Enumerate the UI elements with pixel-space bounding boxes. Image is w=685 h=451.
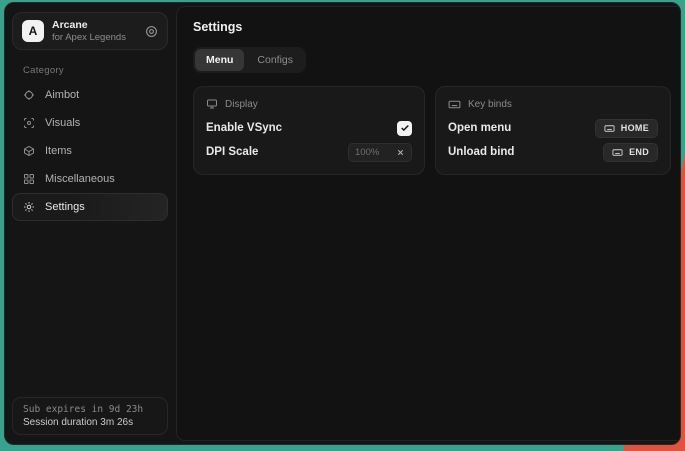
app-subtitle: for Apex Legends — [52, 32, 126, 44]
unload-bind-row: Unload bind END — [448, 140, 658, 164]
display-card-title: Display — [225, 99, 258, 110]
sidebar-item-items[interactable]: Items — [12, 137, 168, 165]
open-menu-label: Open menu — [448, 122, 511, 134]
sidebar-item-miscellaneous[interactable]: Miscellaneous — [12, 165, 168, 193]
unload-bind-label: Unload bind — [448, 146, 514, 158]
sidebar-item-label: Visuals — [45, 117, 80, 129]
sidebar-item-label: Settings — [45, 201, 85, 213]
open-menu-row: Open menu HOME — [448, 116, 658, 140]
sidebar-item-label: Miscellaneous — [45, 173, 115, 185]
enable-vsync-label: Enable VSync — [206, 122, 282, 134]
sidebar-item-aimbot[interactable]: Aimbot — [12, 81, 168, 109]
keyboard-icon — [612, 147, 623, 158]
unload-bind-key: END — [629, 147, 649, 157]
crosshair-icon — [23, 89, 35, 101]
sidebar-nav: Aimbot Visuals I — [12, 81, 168, 221]
gear-icon — [23, 201, 35, 213]
sidebar-item-label: Aimbot — [45, 89, 79, 101]
subscription-status-card: Sub expires in 9d 23h Session duration 3… — [12, 397, 168, 435]
display-card: Display Enable VSync DPI Scale — [193, 86, 425, 175]
dpi-scale-label: DPI Scale — [206, 146, 258, 158]
grid-icon — [23, 173, 35, 185]
page-title: Settings — [193, 20, 671, 34]
dpi-scale-value: 100% — [355, 147, 379, 158]
tab-configs[interactable]: Configs — [246, 49, 304, 71]
sidebar: A Arcane for Apex Legends Category — [5, 3, 175, 444]
dpi-scale-row: DPI Scale 100% — [206, 140, 412, 164]
sidebar-item-settings[interactable]: Settings — [12, 193, 168, 221]
package-icon — [23, 145, 35, 157]
unload-bind-keybind-button[interactable]: END — [603, 143, 658, 162]
keybinds-card: Key binds Open menu HOME — [435, 86, 671, 175]
app-title-block: Arcane for Apex Legends — [52, 19, 126, 44]
scan-eye-icon — [23, 117, 35, 129]
sidebar-item-visuals[interactable]: Visuals — [12, 109, 168, 137]
sub-expires-text: Sub expires in 9d 23h — [23, 404, 157, 415]
desktop-background: A Arcane for Apex Legends Category — [0, 0, 685, 451]
app-name: Arcane — [52, 19, 126, 32]
monitor-icon — [206, 98, 218, 110]
session-duration-text: Session duration 3m 26s — [23, 417, 157, 428]
open-menu-keybind-button[interactable]: HOME — [595, 119, 658, 138]
sidebar-item-label: Items — [45, 145, 72, 157]
keybinds-card-title: Key binds — [468, 99, 512, 110]
enable-vsync-row: Enable VSync — [206, 116, 412, 140]
keybinds-card-header: Key binds — [448, 96, 658, 112]
checkmark-icon — [400, 123, 410, 133]
category-label: Category — [23, 65, 168, 76]
keyboard-icon — [604, 123, 615, 134]
settings-tabs: Menu Configs — [193, 47, 306, 73]
keyboard-icon — [448, 98, 461, 111]
tab-menu[interactable]: Menu — [195, 49, 244, 71]
arcane-app-window: A Arcane for Apex Legends Category — [4, 2, 681, 445]
settings-cards-row: Display Enable VSync DPI Scale — [193, 86, 671, 175]
app-logo: A — [22, 20, 44, 42]
dpi-scale-input[interactable]: 100% — [348, 143, 412, 162]
target-icon[interactable] — [145, 25, 158, 38]
open-menu-key: HOME — [621, 123, 649, 133]
display-card-header: Display — [206, 96, 412, 112]
vsync-checkbox[interactable] — [397, 121, 412, 136]
app-header-card: A Arcane for Apex Legends — [12, 12, 168, 50]
main-panel: Settings Menu Configs Display — [176, 6, 681, 441]
x-icon[interactable] — [396, 148, 405, 157]
